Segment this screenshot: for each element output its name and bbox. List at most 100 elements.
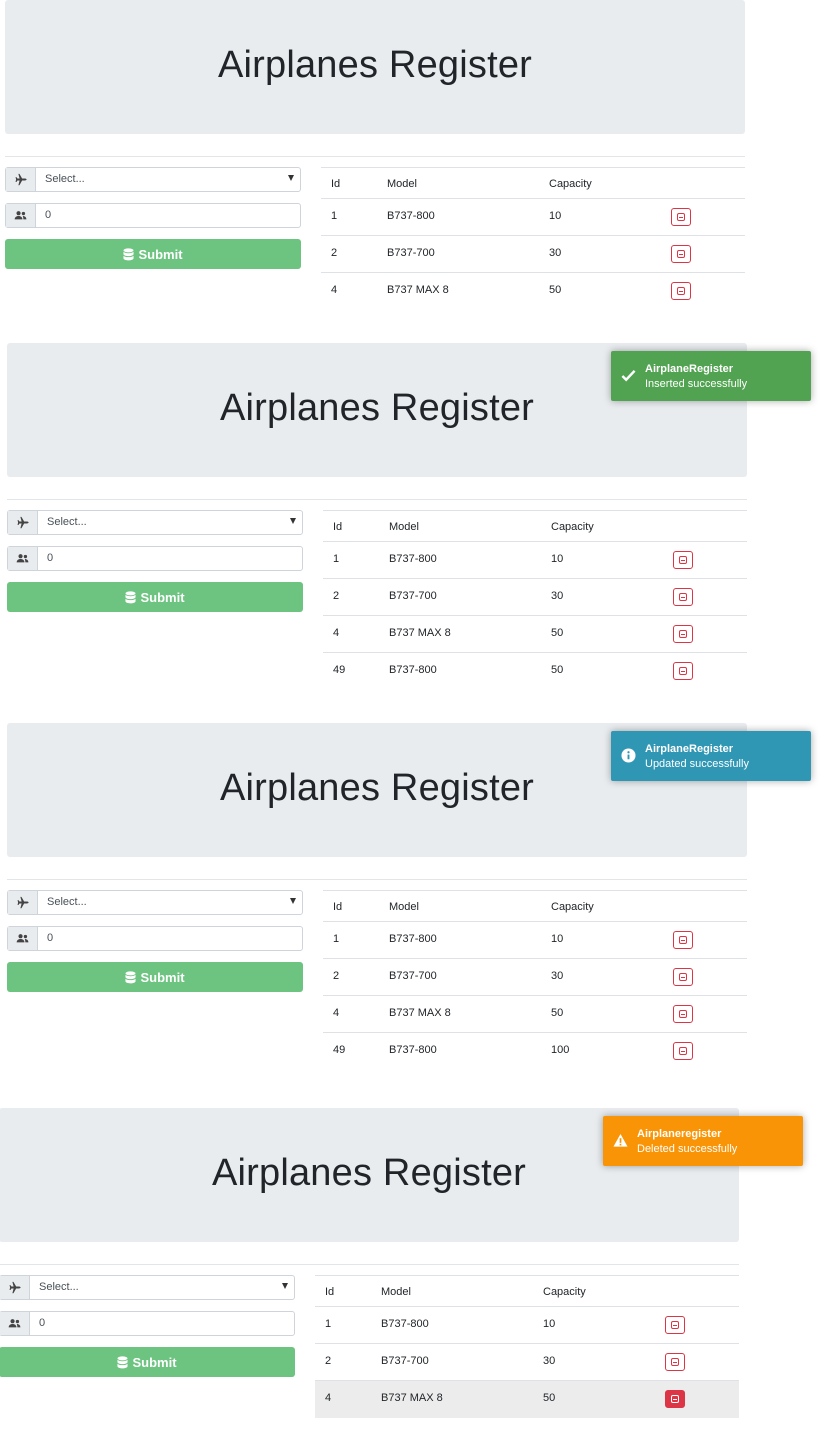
database-icon	[117, 1355, 129, 1368]
cell-id: 4	[333, 627, 340, 639]
cell-model: B737-700	[387, 247, 435, 259]
delete-button[interactable]	[673, 1005, 693, 1023]
cell-model: B737-800	[389, 933, 437, 945]
cell-capacity: 50	[551, 664, 564, 676]
table-row-hovered[interactable]: 4 B737 MAX 8 50	[315, 1381, 739, 1418]
cell-model: B737-800	[387, 210, 435, 222]
caret-down-icon	[288, 175, 294, 181]
capacity-input[interactable]: 0	[7, 546, 303, 571]
table-row[interactable]: 1 B737-800 10	[321, 199, 745, 236]
submit-label: Submit	[132, 1354, 177, 1370]
delete-button[interactable]	[673, 588, 693, 606]
select-placeholder: Select...	[39, 1281, 79, 1293]
cell-model: B737 MAX 8	[389, 627, 451, 639]
table-row[interactable]: 4 B737 MAX 8 50	[321, 273, 745, 310]
delete-button[interactable]	[673, 1042, 693, 1060]
delete-button[interactable]	[671, 208, 691, 226]
delete-button[interactable]	[671, 282, 691, 300]
page-title: Airplanes Register	[217, 44, 533, 86]
users-icon	[8, 927, 38, 950]
airplanes-table: Id Model Capacity 1 B737-800 10 2 B737-7…	[323, 510, 747, 690]
submit-button[interactable]: Submit	[7, 962, 303, 992]
header-id: Id	[325, 1286, 335, 1298]
cell-capacity: 30	[549, 247, 562, 259]
select-placeholder: Select...	[47, 516, 87, 528]
capacity-input[interactable]: 0	[7, 926, 303, 951]
table-header: Id Model Capacity	[323, 890, 747, 922]
toast-success[interactable]: AirplaneRegister Inserted successfully	[611, 351, 811, 401]
table-row[interactable]: 2 B737-700 30	[315, 1344, 739, 1381]
capacity-value: 0	[45, 209, 52, 221]
airplanes-table: Id Model Capacity 1 B737-800 10 2 B737-7…	[323, 890, 747, 1070]
submit-button[interactable]: Submit	[7, 582, 303, 612]
delete-button[interactable]	[673, 931, 693, 949]
toast-title: AirplaneRegister	[645, 363, 734, 375]
divider	[5, 156, 745, 157]
delete-button[interactable]	[673, 968, 693, 986]
capacity-value: 0	[47, 552, 54, 564]
submit-button[interactable]: Submit	[0, 1347, 295, 1377]
toast-warning[interactable]: Airplaneregister Deleted successfully	[603, 1116, 803, 1166]
cell-id: 49	[333, 664, 346, 676]
table-row[interactable]: 49 B737-800 100	[323, 1033, 747, 1070]
table-row[interactable]: 2 B737-700 30	[321, 236, 745, 273]
table-row[interactable]: 1 B737-800 10	[323, 922, 747, 959]
cell-id: 2	[331, 247, 338, 259]
delete-button[interactable]	[673, 662, 693, 680]
delete-button[interactable]	[673, 551, 693, 569]
delete-button[interactable]	[673, 625, 693, 643]
header-id: Id	[331, 178, 341, 190]
delete-button[interactable]	[671, 245, 691, 263]
cell-capacity: 10	[551, 553, 564, 565]
delete-button[interactable]	[665, 1390, 685, 1408]
header-model: Model	[389, 901, 419, 913]
submit-button[interactable]: Submit	[5, 239, 301, 269]
table-row[interactable]: 2 B737-700 30	[323, 579, 747, 616]
delete-button[interactable]	[665, 1316, 685, 1334]
cell-capacity: 50	[543, 1392, 556, 1404]
header-capacity: Capacity	[543, 1286, 586, 1298]
select-placeholder: Select...	[47, 896, 87, 908]
select-placeholder: Select...	[45, 173, 85, 185]
jumbotron: Airplanes Register	[5, 0, 745, 134]
header-model: Model	[387, 178, 417, 190]
table-row[interactable]: 4 B737 MAX 8 50	[323, 996, 747, 1033]
table-row[interactable]: 2 B737-700 30	[323, 959, 747, 996]
capacity-value: 0	[47, 932, 54, 944]
cell-model: B737-700	[389, 590, 437, 602]
cell-model: B737-800	[381, 1318, 429, 1330]
database-icon	[125, 970, 137, 983]
airplane-select[interactable]: Select...	[5, 167, 301, 192]
cell-capacity: 30	[551, 590, 564, 602]
header-capacity: Capacity	[549, 178, 592, 190]
table-row[interactable]: 1 B737-800 10	[315, 1307, 739, 1344]
airplanes-table: Id Model Capacity 1 B737-800 10 2 B737-7…	[315, 1275, 739, 1418]
caret-down-icon	[282, 1283, 288, 1289]
cell-capacity: 10	[551, 933, 564, 945]
toast-title: AirplaneRegister	[645, 743, 734, 755]
airplanes-register-panel-1: Airplanes Register Select... 0 Submit Id…	[5, 0, 765, 330]
cell-capacity: 30	[551, 970, 564, 982]
toast-message: Deleted successfully	[637, 1143, 738, 1155]
users-icon	[8, 547, 38, 570]
cell-capacity: 50	[551, 1007, 564, 1019]
warning-icon	[613, 1133, 628, 1147]
table-row[interactable]: 49 B737-800 50	[323, 653, 747, 690]
airplane-select[interactable]: Select...	[0, 1275, 295, 1300]
delete-button[interactable]	[665, 1353, 685, 1371]
submit-label: Submit	[140, 969, 185, 985]
airplane-select[interactable]: Select...	[7, 890, 303, 915]
table-row[interactable]: 1 B737-800 10	[323, 542, 747, 579]
capacity-input[interactable]: 0	[5, 203, 301, 228]
cell-model: B737-700	[381, 1355, 429, 1367]
cell-id: 2	[333, 970, 340, 982]
submit-label: Submit	[140, 589, 185, 605]
capacity-input[interactable]: 0	[0, 1311, 295, 1336]
toast-info[interactable]: AirplaneRegister Updated successfully	[611, 731, 811, 781]
table-row[interactable]: 4 B737 MAX 8 50	[323, 616, 747, 653]
cell-id: 1	[331, 210, 338, 222]
cell-model: B737 MAX 8	[387, 284, 449, 296]
airplanes-table: Id Model Capacity 1 B737-800 10 2 B737-7…	[321, 167, 745, 310]
airplane-select[interactable]: Select...	[7, 510, 303, 535]
divider	[0, 1264, 739, 1265]
